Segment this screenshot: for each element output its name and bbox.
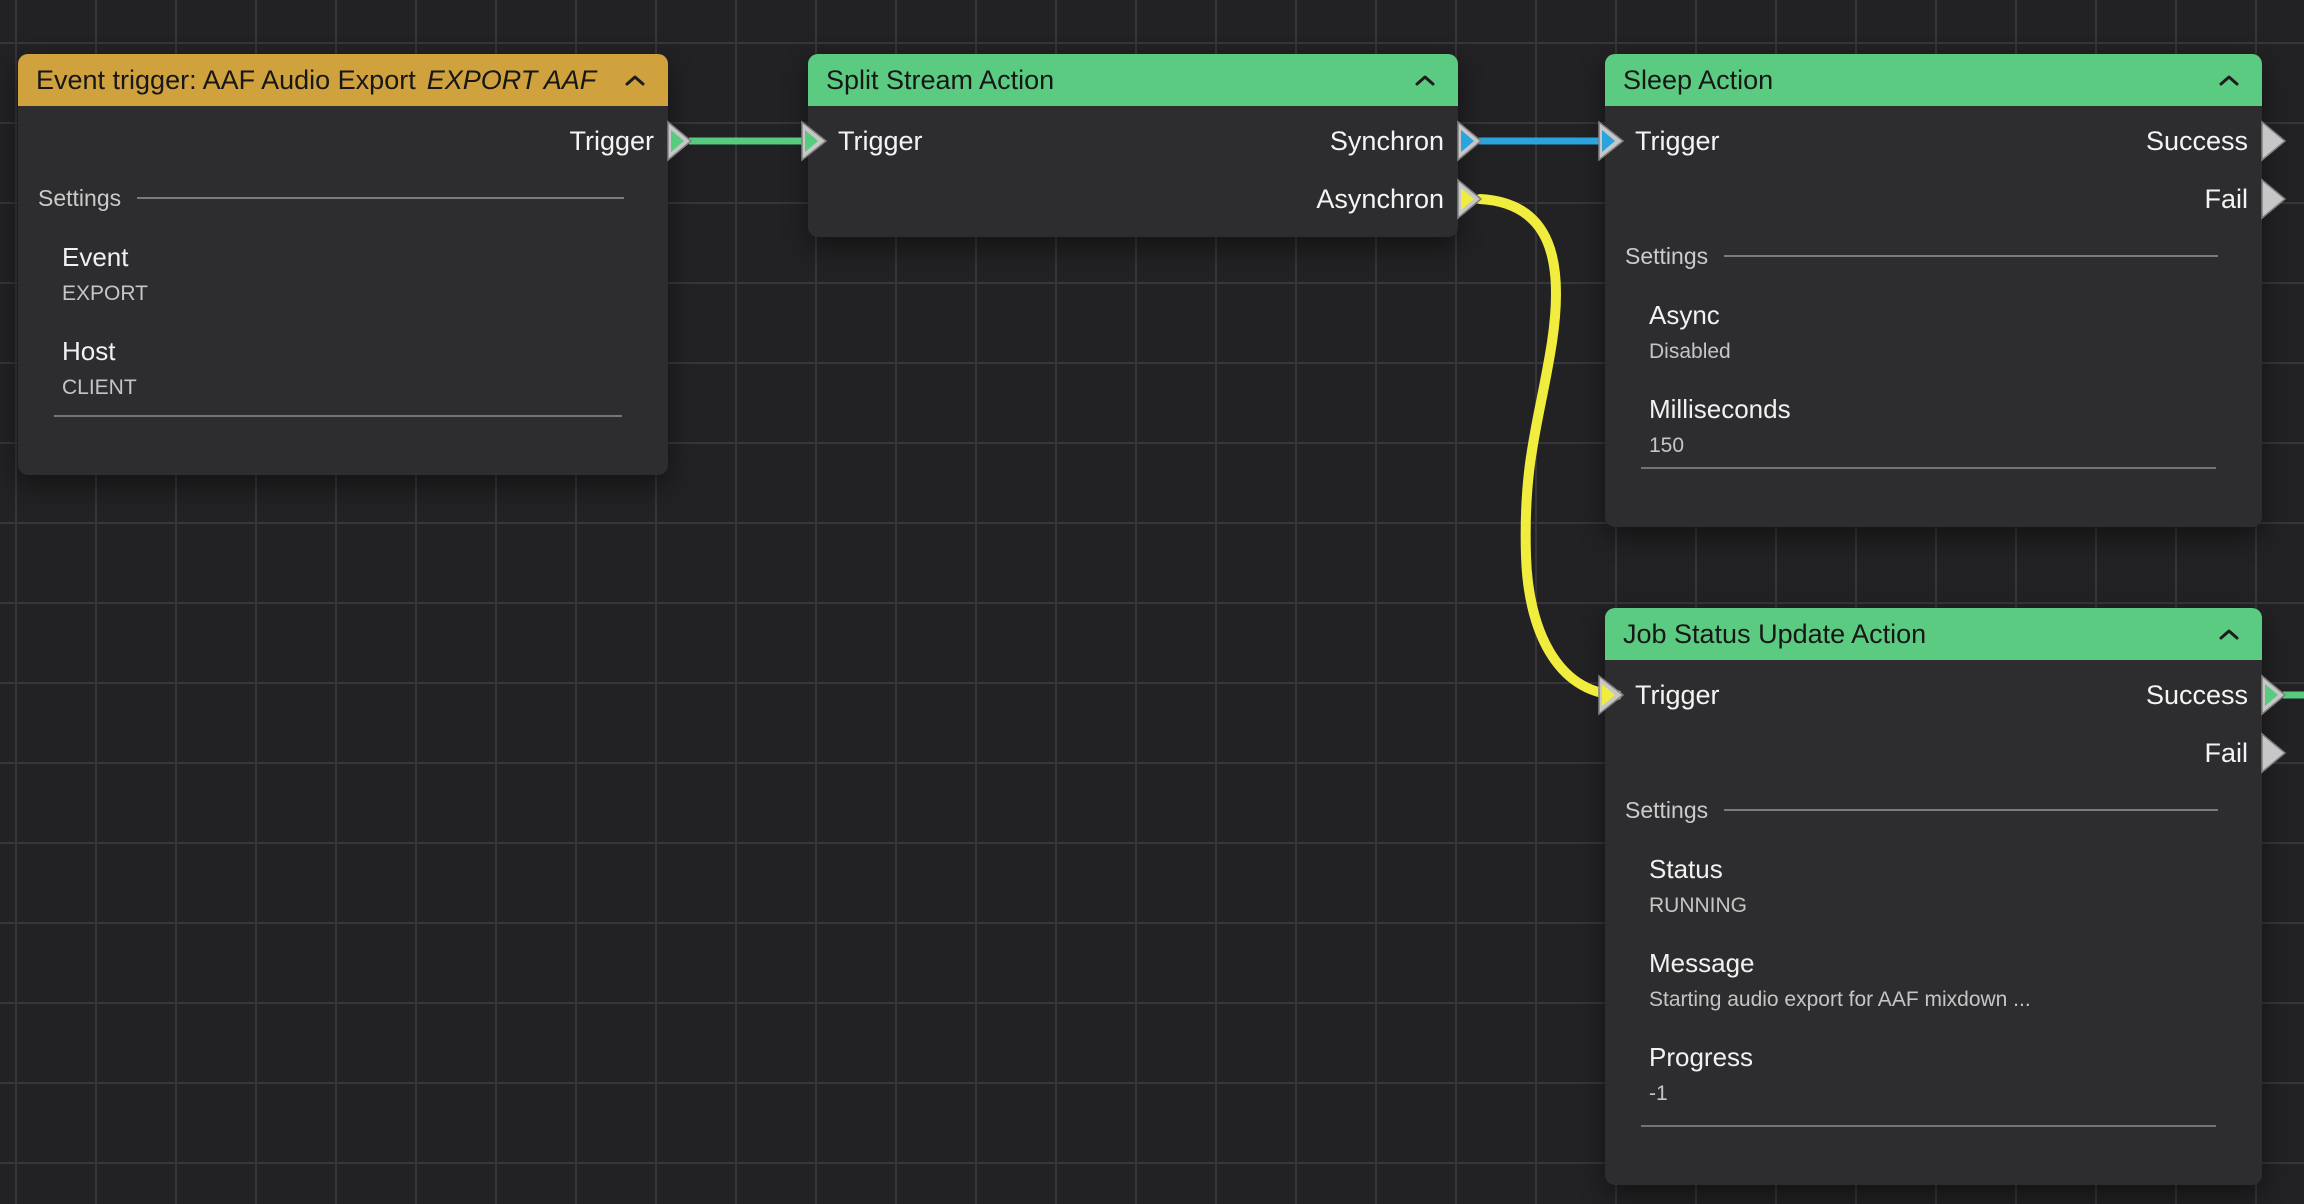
node-header-split-stream-action[interactable]: Split Stream Action bbox=[808, 54, 1458, 106]
output-port-asynchron[interactable] bbox=[1458, 180, 1481, 218]
node-bottom-divider bbox=[1641, 1125, 2216, 1127]
node-title: Sleep Action bbox=[1623, 65, 1773, 96]
node-title-text: Job Status Update Action bbox=[1623, 619, 1926, 649]
port-row: Trigger Success bbox=[1605, 666, 2262, 724]
output-port-trigger[interactable] bbox=[668, 122, 691, 160]
setting-label: Status bbox=[1649, 854, 2262, 884]
collapse-chevron-up-icon[interactable] bbox=[2218, 74, 2240, 87]
node-event-trigger[interactable]: Event trigger: AAF Audio Export EXPORT AA… bbox=[18, 54, 668, 475]
node-header-job-status-update-action[interactable]: Job Status Update Action bbox=[1605, 608, 2262, 660]
settings-heading-divider bbox=[1724, 255, 2218, 257]
setting-item-host[interactable]: Host CLIENT bbox=[18, 336, 668, 400]
ports-section: Trigger bbox=[18, 106, 668, 170]
input-port-label-trigger: Trigger bbox=[808, 126, 923, 157]
setting-label: Message bbox=[1649, 948, 2262, 978]
port-connected-indicator bbox=[1461, 188, 1474, 210]
setting-value: 150 bbox=[1649, 433, 2262, 458]
settings-heading-label: Settings bbox=[38, 185, 121, 212]
ports-section: Trigger Success Fail bbox=[1605, 106, 2262, 228]
ports-section: Trigger Success Fail bbox=[1605, 660, 2262, 782]
node-job-status-update-action[interactable]: Job Status Update Action Trigger Success Fa… bbox=[1605, 608, 2262, 1185]
output-port-label-asynchron: Asynchron bbox=[1316, 184, 1458, 215]
setting-item-progress[interactable]: Progress -1 bbox=[1605, 1042, 2262, 1106]
node-header-event-trigger[interactable]: Event trigger: AAF Audio Export EXPORT AA… bbox=[18, 54, 668, 106]
port-row: Trigger Success bbox=[1605, 112, 2262, 170]
node-title: Event trigger: AAF Audio Export EXPORT AA… bbox=[36, 65, 596, 96]
collapse-chevron-up-icon[interactable] bbox=[624, 74, 646, 87]
setting-label: Event bbox=[62, 242, 668, 272]
setting-item-status[interactable]: Status RUNNING bbox=[1605, 854, 2262, 918]
port-triangle-icon[interactable] bbox=[1458, 122, 1481, 160]
collapse-chevron-up-icon[interactable] bbox=[2218, 628, 2240, 641]
node-title-emphasis: EXPORT AAF bbox=[427, 65, 597, 95]
node-bottom-divider bbox=[54, 415, 622, 417]
node-split-stream-action[interactable]: Split Stream Action Trigger Synchron Asynch… bbox=[808, 54, 1458, 237]
setting-value: CLIENT bbox=[62, 375, 668, 400]
port-triangle-icon[interactable] bbox=[2262, 180, 2285, 218]
node-title: Split Stream Action bbox=[826, 65, 1054, 96]
node-title: Job Status Update Action bbox=[1623, 619, 1926, 650]
output-port-label-fail: Fail bbox=[2204, 184, 2262, 215]
settings-heading-label: Settings bbox=[1625, 797, 1708, 824]
collapse-chevron-up-icon[interactable] bbox=[1414, 74, 1436, 87]
port-connected-indicator bbox=[2265, 684, 2278, 706]
output-port-fail[interactable] bbox=[2262, 734, 2285, 772]
setting-value: RUNNING bbox=[1649, 893, 2262, 918]
port-row: Fail bbox=[1605, 724, 2262, 782]
port-connected-indicator bbox=[671, 130, 684, 152]
port-triangle-icon[interactable] bbox=[2262, 122, 2285, 160]
setting-item-async[interactable]: Async Disabled bbox=[1605, 300, 2262, 364]
port-triangle-icon[interactable] bbox=[1458, 180, 1481, 218]
node-sleep-action[interactable]: Sleep Action Trigger Success Fail Settings As… bbox=[1605, 54, 2262, 527]
setting-item-milliseconds[interactable]: Milliseconds 150 bbox=[1605, 394, 2262, 458]
output-port-synchron[interactable] bbox=[1458, 122, 1481, 160]
node-title-text: Split Stream Action bbox=[826, 65, 1054, 95]
output-port-fail[interactable] bbox=[2262, 180, 2285, 218]
port-row: Asynchron bbox=[808, 170, 1458, 228]
setting-value: EXPORT bbox=[62, 281, 668, 306]
output-port-label-success: Success bbox=[2146, 680, 2262, 711]
input-port-label-trigger: Trigger bbox=[1605, 126, 1720, 157]
port-row: Trigger Synchron bbox=[808, 112, 1458, 170]
output-port-label-fail: Fail bbox=[2204, 738, 2262, 769]
node-title-text: Event trigger: AAF Audio Export bbox=[36, 65, 416, 95]
port-row: Fail bbox=[1605, 170, 2262, 228]
port-triangle-icon[interactable] bbox=[668, 122, 691, 160]
output-port-label-synchron: Synchron bbox=[1330, 126, 1458, 157]
setting-value: Disabled bbox=[1649, 339, 2262, 364]
settings-heading-divider bbox=[137, 197, 624, 199]
setting-value: Starting audio export for AAF mixdown ..… bbox=[1649, 987, 2262, 1012]
port-row: Trigger bbox=[18, 112, 668, 170]
setting-label: Host bbox=[62, 336, 668, 366]
setting-item-message[interactable]: Message Starting audio export for AAF mix… bbox=[1605, 948, 2262, 1012]
output-port-label-trigger: Trigger bbox=[569, 126, 668, 157]
node-title-text: Sleep Action bbox=[1623, 65, 1773, 95]
ports-section: Trigger Synchron Asynchron bbox=[808, 106, 1458, 228]
settings-heading-label: Settings bbox=[1625, 243, 1708, 270]
setting-label: Progress bbox=[1649, 1042, 2262, 1072]
output-port-label-success: Success bbox=[2146, 126, 2262, 157]
output-port-success[interactable] bbox=[2262, 676, 2285, 714]
settings-heading: Settings bbox=[1605, 242, 2262, 270]
setting-label: Milliseconds bbox=[1649, 394, 2262, 424]
node-header-sleep-action[interactable]: Sleep Action bbox=[1605, 54, 2262, 106]
settings-heading: Settings bbox=[1605, 796, 2262, 824]
settings-heading-divider bbox=[1724, 809, 2218, 811]
node-editor-canvas[interactable]: Event trigger: AAF Audio Export EXPORT AA… bbox=[0, 0, 2304, 1204]
port-connected-indicator bbox=[1461, 130, 1474, 152]
setting-value: -1 bbox=[1649, 1081, 2262, 1106]
setting-label: Async bbox=[1649, 300, 2262, 330]
setting-item-event[interactable]: Event EXPORT bbox=[18, 242, 668, 306]
output-port-success[interactable] bbox=[2262, 122, 2285, 160]
input-port-label-trigger: Trigger bbox=[1605, 680, 1720, 711]
node-bottom-divider bbox=[1641, 467, 2216, 469]
port-triangle-icon[interactable] bbox=[2262, 734, 2285, 772]
settings-heading: Settings bbox=[18, 184, 668, 212]
wire-asynchron-to-job-status-trigger[interactable] bbox=[1480, 199, 1617, 695]
port-triangle-icon[interactable] bbox=[2262, 676, 2285, 714]
